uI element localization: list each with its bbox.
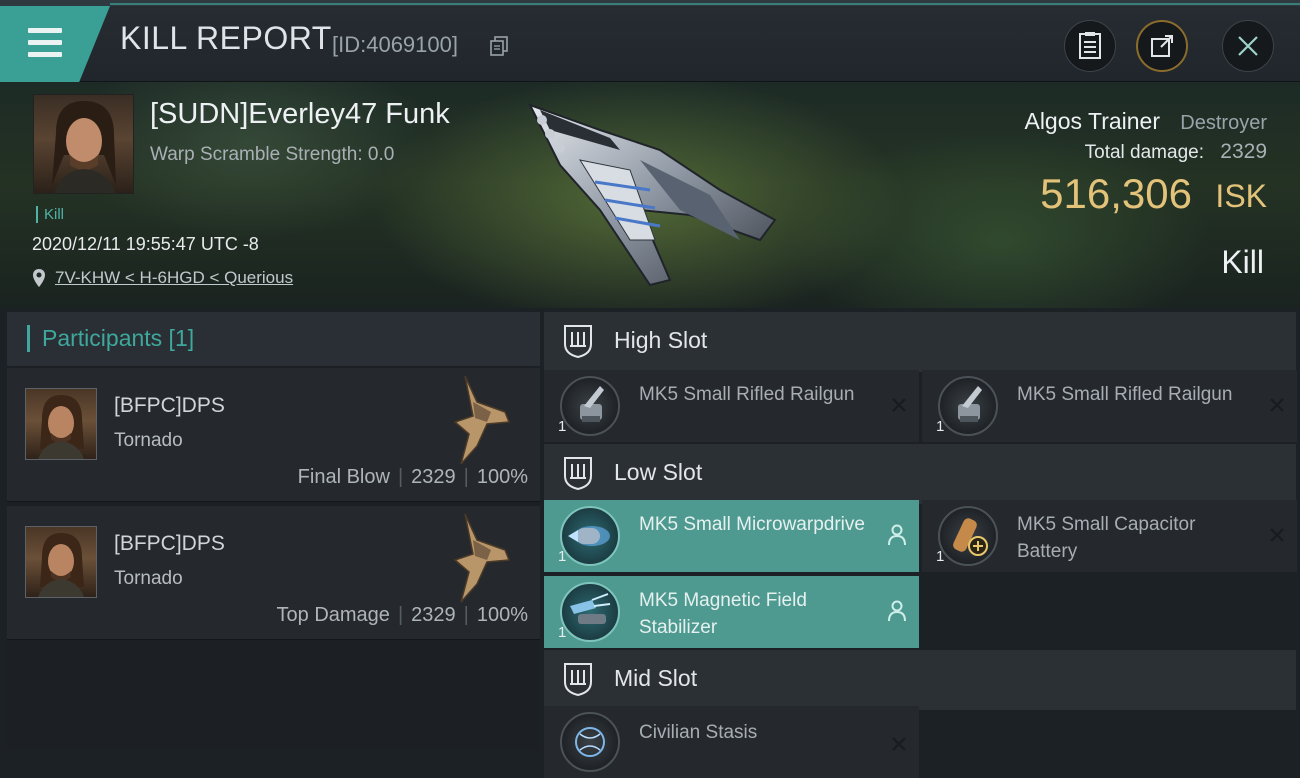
share-icon	[1151, 35, 1173, 57]
capacitor-battery-art	[953, 518, 988, 556]
stasis-art	[575, 727, 605, 757]
module-name: MK5 Small Rifled Railgun	[1017, 384, 1233, 405]
kill-datetime: 2020/12/11 19:55:47 UTC -8	[32, 234, 259, 254]
module-name: MK5 Small Capacitor Battery	[1017, 514, 1196, 562]
participant-stats: Final Blow | 2329 | 100%	[297, 466, 528, 488]
capacitor-battery-icon	[938, 506, 998, 566]
participant-avatar	[25, 388, 97, 460]
close-button[interactable]	[1222, 20, 1274, 72]
kill-banner: [SUDN]Everley47 Funk Warp Scramble Stren…	[0, 82, 1300, 308]
high-slot-header: High Slot	[544, 312, 1296, 372]
header-bar: KILL REPORT [ID:4069100]	[0, 6, 1300, 82]
location-pin-icon	[33, 269, 45, 287]
victim-ship-name[interactable]: Algos Trainer	[1024, 108, 1160, 135]
destroyed-x-icon	[1270, 398, 1284, 412]
high-slot-label: High Slot	[614, 327, 708, 353]
participant-role: Top Damage	[276, 604, 390, 626]
module-qty: 1	[936, 418, 945, 435]
stasis-webifier-icon	[560, 712, 620, 772]
slot-shield-icon	[564, 663, 592, 696]
menu-icon-bar	[28, 40, 62, 45]
document-icon	[1079, 32, 1101, 59]
total-damage-value: 2329	[1220, 140, 1267, 163]
module-item[interactable]: 1 MK5 Small Rifled Railgun	[544, 370, 919, 442]
page-title: KILL REPORT	[120, 20, 332, 56]
kill-result: Kill	[1221, 244, 1264, 280]
participant-name[interactable]: [BFPC]DPS	[114, 394, 225, 418]
warp-scramble-strength: Warp Scramble Strength: 0.0	[150, 144, 395, 165]
participant-stats: Top Damage | 2329 | 100%	[276, 604, 528, 626]
person-icon	[888, 600, 906, 622]
menu-icon-bar	[28, 52, 62, 57]
participant-face	[38, 533, 84, 597]
microwarpdrive-icon	[560, 506, 620, 566]
participant-ship: Tornado	[114, 568, 183, 589]
slot-shield-icon	[564, 325, 592, 358]
close-icon	[1238, 36, 1258, 56]
module-item[interactable]: 1 MK5 Small Capacitor Battery	[922, 500, 1297, 572]
report-id: [ID:4069100]	[332, 32, 458, 57]
victim-name[interactable]: [SUDN]Everley47 Funk	[150, 98, 450, 131]
participants-header[interactable]: Participants [1]	[7, 312, 540, 366]
report-log-button[interactable]	[1064, 20, 1116, 72]
location-link[interactable]: 7V-KHW < H-6HGD < Querious	[55, 268, 293, 288]
participant-row[interactable]: [BFPC]DPS Tornado Final Blow | 2329 | 100%	[7, 368, 540, 502]
participant-damage: 2329	[411, 604, 456, 626]
victim-portrait[interactable]	[33, 94, 134, 194]
victim-ship-class: Destroyer	[1180, 112, 1267, 134]
participant-face	[38, 395, 84, 459]
kill-tag: Kill	[36, 206, 64, 223]
module-item[interactable]: 1 MK5 Small Microwarpdrive	[544, 500, 919, 572]
tornado-ship-icon	[453, 513, 511, 603]
participants-title: Participants [1]	[27, 325, 194, 352]
participant-name[interactable]: [BFPC]DPS	[114, 532, 225, 556]
destroyed-x-icon	[1270, 528, 1284, 542]
railgun-icon	[560, 376, 620, 436]
participant-ship: Tornado	[114, 430, 183, 451]
railgun-art	[580, 386, 604, 422]
participant-percent: 100%	[476, 604, 528, 626]
module-item[interactable]: 1 MK5 Magnetic Field Stabilizer	[544, 576, 919, 648]
menu-button[interactable]	[0, 6, 110, 82]
stabilizer-art	[570, 593, 611, 624]
module-qty: 1	[558, 624, 567, 641]
low-slot-label: Low Slot	[614, 459, 703, 485]
module-name: Civilian Stasis	[639, 722, 758, 743]
participant-percent: 100%	[476, 466, 528, 488]
module-qty: 1	[558, 548, 567, 565]
total-damage-label: Total damage:	[1084, 142, 1204, 163]
module-item[interactable]: 1 MK5 Small Rifled Railgun	[922, 370, 1297, 442]
mid-slot-label: Mid Slot	[614, 665, 698, 691]
module-item[interactable]: Civilian Stasis	[544, 706, 919, 778]
module-qty: 1	[936, 548, 945, 565]
module-name: MK5 Small Rifled Railgun	[639, 384, 855, 405]
low-slot-header: Low Slot	[544, 444, 1296, 504]
microwarpdrive-art	[568, 526, 610, 546]
destroyed-x-icon	[892, 398, 906, 412]
copy-icon[interactable]	[490, 36, 508, 56]
share-button[interactable]	[1136, 20, 1188, 72]
participant-role: Final Blow	[297, 466, 390, 488]
participant-avatar	[25, 526, 97, 598]
participant-row[interactable]: [BFPC]DPS Tornado Top Damage | 2329 | 100%	[7, 506, 540, 640]
participants-panel: Participants [1] [BFPC]DPS Tornado Final…	[7, 312, 540, 750]
participant-damage: 2329	[411, 466, 456, 488]
isk-unit: ISK	[1215, 178, 1267, 214]
victim-ship-image	[527, 103, 777, 287]
tornado-ship-icon	[453, 375, 511, 465]
railgun-icon	[938, 376, 998, 436]
slot-shield-icon	[564, 457, 592, 490]
module-name: MK5 Magnetic Field Stabilizer	[639, 590, 807, 638]
victim-avatar	[52, 101, 116, 193]
railgun-art	[958, 386, 982, 422]
person-icon	[888, 524, 906, 546]
isk-value: 516,306	[1040, 170, 1192, 217]
mid-slot-header: Mid Slot	[544, 650, 1296, 710]
menu-icon	[28, 28, 62, 33]
magnetic-field-stabilizer-icon	[560, 582, 620, 642]
module-name: MK5 Small Microwarpdrive	[639, 514, 865, 535]
module-qty: 1	[558, 418, 567, 435]
